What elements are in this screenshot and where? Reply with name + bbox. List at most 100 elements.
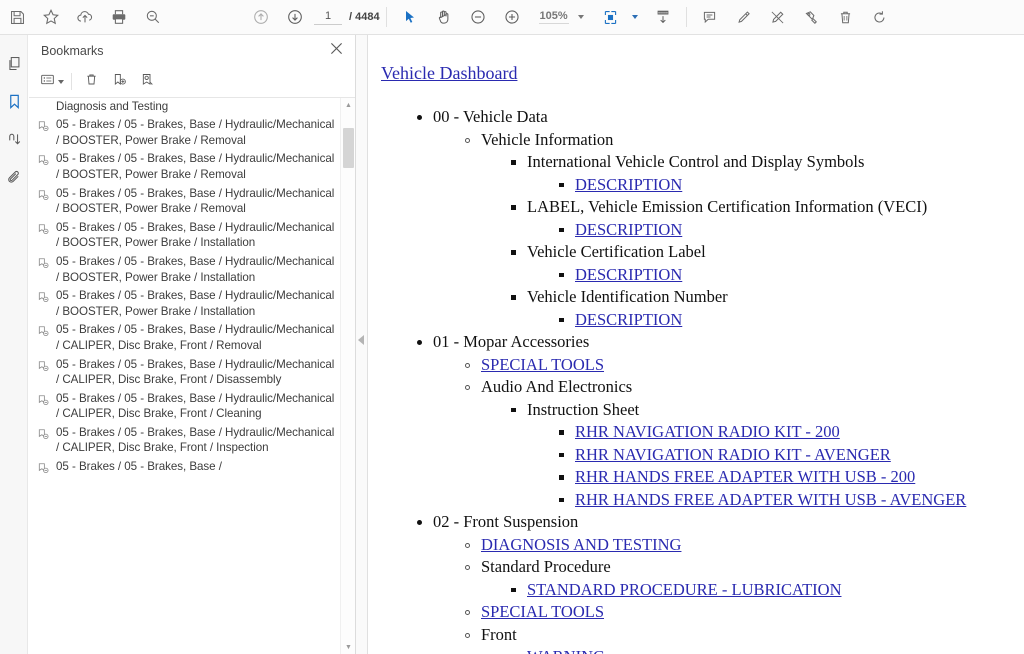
outline-level-3: DESCRIPTION: [557, 219, 1014, 242]
outline-item: DESCRIPTION: [557, 264, 1014, 287]
outline-level-0: 00 - Vehicle DataVehicle InformationInte…: [415, 106, 1014, 654]
rotate-icon: [871, 9, 888, 26]
zoom-in-button[interactable]: [495, 0, 529, 34]
bookmark-item[interactable]: 05 - Brakes / 05 - Brakes, Base / Hydrau…: [37, 321, 335, 355]
bookmark-item[interactable]: Hydraulic/Mechanical / MASTER CYLINDER, …: [37, 98, 335, 116]
panel-splitter[interactable]: [356, 35, 368, 654]
zoom-level-label[interactable]: 105%: [539, 10, 569, 24]
zoom-out-icon: [469, 8, 487, 26]
outline-item: 02 - Front SuspensionDIAGNOSIS AND TESTI…: [415, 511, 1014, 654]
outline-link[interactable]: DESCRIPTION: [575, 310, 682, 329]
delete-button[interactable]: [829, 0, 863, 34]
page-nav-group: / 4484: [244, 0, 380, 34]
favorite-button[interactable]: [34, 0, 68, 34]
bookmark-current-page-button[interactable]: [133, 69, 161, 95]
collapse-panel-arrow-icon[interactable]: [358, 335, 364, 345]
chevron-down-icon[interactable]: [578, 15, 584, 19]
bookmarks-panel-title: Bookmarks: [41, 44, 325, 58]
outline-label: Front: [481, 625, 517, 644]
page-number-input[interactable]: [314, 9, 342, 25]
close-bookmarks-button[interactable]: [325, 40, 347, 62]
bookmark-item[interactable]: 05 - Brakes / 05 - Brakes, Base /: [37, 458, 335, 482]
bookmarks-scrollbar[interactable]: ▲ ▼: [340, 98, 355, 654]
outline-level-3: DESCRIPTION: [557, 264, 1014, 287]
cloud-upload-button[interactable]: [68, 0, 102, 34]
outline-link[interactable]: STANDARD PROCEDURE - LUBRICATION: [527, 580, 841, 599]
bookmark-item[interactable]: 05 - Brakes / 05 - Brakes, Base / Hydrau…: [37, 424, 335, 458]
bookmarks-toolbar-divider: [71, 73, 72, 90]
bookmark-options-chevron-icon[interactable]: [58, 80, 64, 84]
square-bullet-icon: [559, 475, 564, 480]
bookmarks-list-container: Hydraulic/Mechanical / MASTER CYLINDER, …: [29, 98, 355, 654]
outline-level-3: DESCRIPTION: [557, 174, 1014, 197]
outline-link[interactable]: SPECIAL TOOLS: [481, 602, 604, 621]
outline-link[interactable]: DIAGNOSIS AND TESTING: [481, 535, 681, 554]
bookmark-item-label: 05 - Brakes / 05 - Brakes, Base / Hydrau…: [56, 220, 335, 251]
bookmark-item[interactable]: 05 - Brakes / 05 - Brakes, Base / Hydrau…: [37, 185, 335, 219]
previous-page-button[interactable]: [244, 0, 278, 34]
save-button[interactable]: [0, 0, 34, 34]
bookmark-item-label: 05 - Brakes / 05 - Brakes, Base /: [56, 459, 222, 475]
comment-icon: [701, 9, 718, 26]
outline-link[interactable]: DESCRIPTION: [575, 265, 682, 284]
outline-item: WARNING: [509, 646, 1014, 654]
bookmark-item[interactable]: 05 - Brakes / 05 - Brakes, Base / Hydrau…: [37, 356, 335, 390]
outline-link[interactable]: DESCRIPTION: [575, 175, 682, 194]
sidebar-item-attachments[interactable]: [0, 161, 28, 199]
zoom-out-button[interactable]: [461, 0, 495, 34]
fit-page-chevron-icon[interactable]: [632, 15, 638, 19]
outline-node: 01 - Mopar Accessories: [415, 331, 1014, 354]
search-icon: [144, 8, 162, 26]
scroll-mode-button[interactable]: [646, 0, 680, 34]
print-button[interactable]: [102, 0, 136, 34]
outline-link[interactable]: RHR NAVIGATION RADIO KIT - AVENGER: [575, 445, 891, 464]
select-cursor-icon: [402, 9, 418, 25]
document-page: Vehicle Dashboard 00 - Vehicle DataVehic…: [369, 35, 1024, 654]
outline-link[interactable]: DESCRIPTION: [575, 220, 682, 239]
fit-page-button[interactable]: [594, 0, 628, 34]
outline-label: 00 - Vehicle Data: [433, 107, 548, 126]
circle-bullet-icon: [465, 138, 470, 143]
bookmark-options-button[interactable]: [38, 69, 66, 95]
sidebar-item-signatures[interactable]: [0, 123, 28, 161]
document-title-link[interactable]: Vehicle Dashboard: [381, 63, 517, 84]
outline-link[interactable]: SPECIAL TOOLS: [481, 355, 604, 374]
delete-bookmark-button[interactable]: [77, 69, 105, 95]
bookmark-item[interactable]: 05 - Brakes / 05 - Brakes, Base / Hydrau…: [37, 253, 335, 287]
tools-group: 105%: [393, 0, 584, 34]
signature-button[interactable]: [795, 0, 829, 34]
outline-node: Vehicle Certification Label: [509, 241, 1014, 264]
sidebar-item-page-thumbnails[interactable]: [0, 47, 28, 85]
new-bookmark-button[interactable]: [105, 69, 133, 95]
bookmark-item[interactable]: 05 - Brakes / 05 - Brakes, Base / Hydrau…: [37, 219, 335, 253]
scrollbar-thumb[interactable]: [343, 128, 354, 168]
erase-highlight-button[interactable]: [761, 0, 795, 34]
pan-tool-button[interactable]: [427, 0, 461, 34]
outline-link[interactable]: RHR HANDS FREE ADAPTER WITH USB - AVENGE…: [575, 490, 966, 509]
highlight-button[interactable]: [727, 0, 761, 34]
sidebar-item-bookmarks[interactable]: [0, 85, 28, 123]
bookmark-item-label: 05 - Brakes / 05 - Brakes, Base / Hydrau…: [56, 425, 335, 456]
bookmark-item[interactable]: 05 - Brakes / 05 - Brakes, Base / Hydrau…: [37, 390, 335, 424]
next-page-button[interactable]: [278, 0, 312, 34]
sidebar-icon-rail: [0, 35, 28, 654]
bookmark-item[interactable]: 05 - Brakes / 05 - Brakes, Base / Hydrau…: [37, 150, 335, 184]
search-button[interactable]: [136, 0, 170, 34]
select-tool-button[interactable]: [393, 0, 427, 34]
rotate-button[interactable]: [863, 0, 897, 34]
outline-item: Vehicle Identification NumberDESCRIPTION: [509, 286, 1014, 331]
outline-level-3: DESCRIPTION: [557, 309, 1014, 332]
outline-link[interactable]: RHR HANDS FREE ADAPTER WITH USB - 200: [575, 467, 915, 486]
comment-button[interactable]: [693, 0, 727, 34]
bookmark-item[interactable]: 05 - Brakes / 05 - Brakes, Base / Hydrau…: [37, 287, 335, 321]
outline-link[interactable]: RHR NAVIGATION RADIO KIT - 200: [575, 422, 840, 441]
bookmark-node-icon: [37, 151, 56, 172]
bookmark-node-icon: [37, 254, 56, 275]
outline-link[interactable]: WARNING: [527, 647, 605, 654]
outline-label: Instruction Sheet: [527, 400, 639, 419]
outline-node: International Vehicle Control and Displa…: [509, 151, 1014, 174]
bookmark-item[interactable]: 05 - Brakes / 05 - Brakes, Base / Hydrau…: [37, 116, 335, 150]
scroll-down-arrow-icon[interactable]: ▼: [341, 640, 355, 654]
bookmark-item-label: 05 - Brakes / 05 - Brakes, Base / Hydrau…: [56, 322, 335, 353]
scroll-up-arrow-icon[interactable]: ▲: [341, 98, 355, 112]
